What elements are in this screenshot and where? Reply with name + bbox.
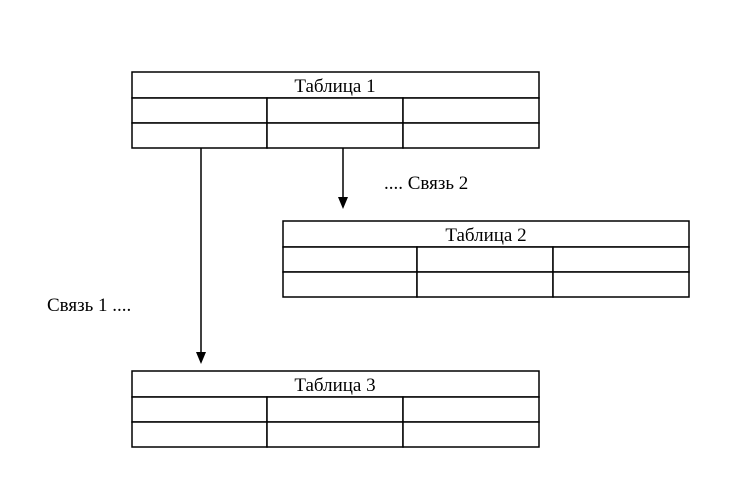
table-1-cell <box>131 122 268 149</box>
table-1-cell <box>402 122 540 149</box>
table-3-cell <box>402 396 540 423</box>
relations-diagram: Таблица 1 Таблица 2 Таблица 3 Связь 1 ..… <box>47 71 690 448</box>
relation-1: Связь 1 .... <box>47 148 206 364</box>
table-1-cell <box>131 97 268 124</box>
table-3: Таблица 3 <box>131 370 540 448</box>
table-1-cell <box>266 97 404 124</box>
table-3-cell <box>402 421 540 448</box>
relation-1-arrowhead-icon <box>196 352 206 364</box>
table-2-cell <box>282 271 418 298</box>
table-1: Таблица 1 <box>131 71 540 149</box>
table-1-cell <box>402 97 540 124</box>
table-2-cell <box>552 271 690 298</box>
table-1-cell <box>266 122 404 149</box>
table-1-title: Таблица 1 <box>294 76 375 97</box>
table-3-title: Таблица 3 <box>294 375 375 396</box>
relation-2: .... Связь 2 <box>338 148 468 209</box>
relation-2-arrowhead-icon <box>338 197 348 209</box>
relation-2-label: .... Связь 2 <box>384 173 468 194</box>
table-2-cell <box>416 246 554 273</box>
table-2: Таблица 2 <box>282 220 690 298</box>
table-3-cell <box>266 421 404 448</box>
relation-1-label: Связь 1 .... <box>47 295 131 316</box>
table-3-cell <box>266 396 404 423</box>
table-2-title: Таблица 2 <box>445 225 526 246</box>
table-3-cell <box>131 421 268 448</box>
table-3-cell <box>131 396 268 423</box>
table-2-cell <box>282 246 418 273</box>
table-2-cell <box>552 246 690 273</box>
table-2-cell <box>416 271 554 298</box>
